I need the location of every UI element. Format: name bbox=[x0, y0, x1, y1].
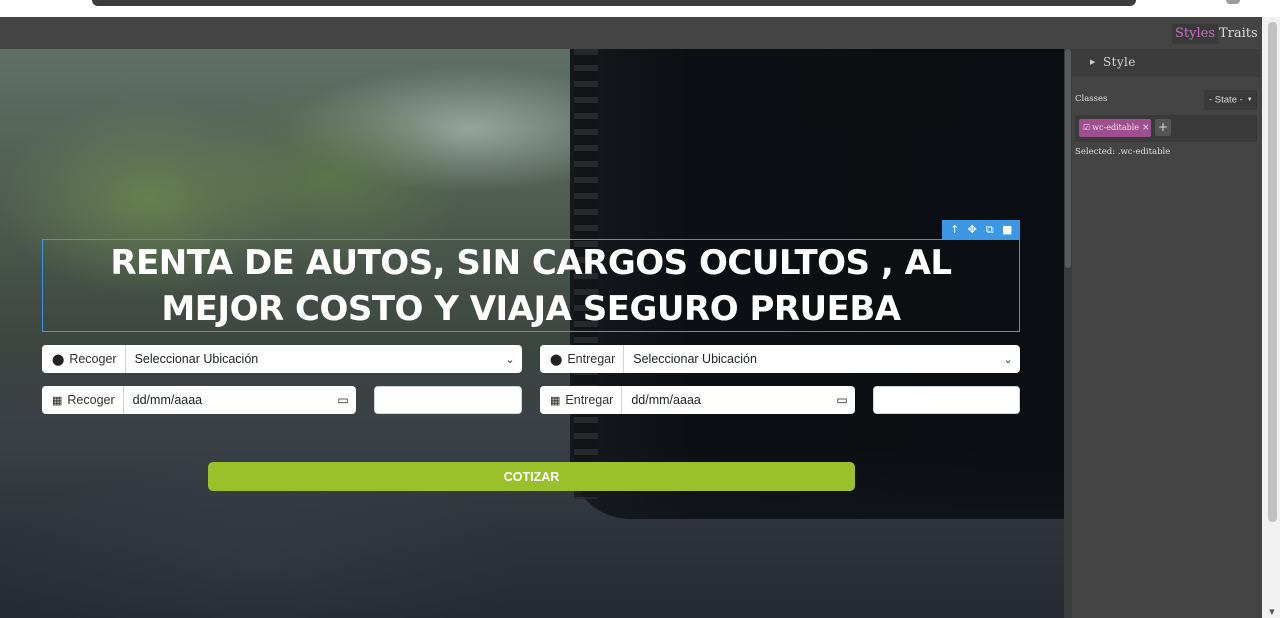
state-select[interactable]: - State - ▼ bbox=[1204, 90, 1257, 110]
style-sector-header[interactable] bbox=[1072, 49, 1260, 77]
canvas-scrollbar-thumb[interactable] bbox=[1065, 49, 1071, 268]
quote-button[interactable]: COTIZAR bbox=[208, 462, 855, 491]
class-tag-remove[interactable]: × bbox=[1142, 123, 1150, 133]
delete-icon[interactable]: ■ bbox=[999, 220, 1015, 239]
browser-address-bar bbox=[92, 0, 1136, 6]
selected-label: Selected: bbox=[1075, 147, 1116, 157]
selected-heading-frame[interactable]: RENTA DE AUTOS, SIN CARGOS OCULTOS , AL … bbox=[42, 239, 1020, 332]
scroll-down-arrow-icon[interactable]: ▼ bbox=[1266, 608, 1278, 616]
dropoff-date-input[interactable]: ▦ Entregar dd/mm/aaaa ▭ bbox=[540, 386, 855, 414]
dropoff-location-select[interactable]: ⬤ Entregar Seleccionar Ubicación ⌄ bbox=[540, 345, 1020, 373]
map-marker-icon: ⬤ bbox=[550, 353, 563, 366]
tab-traits[interactable]: Traits bbox=[1216, 24, 1261, 44]
dropoff-location-prefix: ⬤ Entregar bbox=[540, 345, 625, 373]
pickup-location-label: Recoger bbox=[69, 352, 117, 366]
chevron-down-icon: ⌄ bbox=[505, 353, 515, 366]
state-select-value: - State - bbox=[1209, 94, 1243, 106]
component-toolbar: ↑ ✥ ⧉ ■ bbox=[942, 220, 1020, 239]
calendar-picker-icon[interactable]: ▭ bbox=[829, 393, 855, 407]
class-tag[interactable]: ☑ wc-editable × bbox=[1079, 119, 1151, 137]
style-sector-title[interactable]: Style bbox=[1103, 55, 1136, 69]
pickup-location-select[interactable]: ⬤ Recoger Seleccionar Ubicación ⌄ bbox=[42, 345, 522, 373]
selected-value: .wc-editable bbox=[1117, 147, 1171, 157]
classes-label: Classes bbox=[1075, 94, 1108, 104]
pickup-location-prefix: ⬤ Recoger bbox=[42, 345, 126, 373]
hero-title[interactable]: RENTA DE AUTOS, SIN CARGOS OCULTOS , AL … bbox=[91, 240, 971, 332]
dropoff-date-label: Entregar bbox=[565, 393, 614, 407]
arrow-up-icon[interactable]: ↑ bbox=[947, 220, 963, 239]
calendar-icon: ▦ bbox=[550, 394, 561, 407]
window-scrollbar-thumb[interactable] bbox=[1268, 22, 1277, 522]
dropoff-date-placeholder: dd/mm/aaaa bbox=[631, 393, 701, 407]
dropoff-location-value: Seleccionar Ubicación bbox=[633, 352, 757, 366]
editor-toolbar bbox=[0, 17, 1262, 49]
dropoff-date-prefix: ▦ Entregar bbox=[540, 386, 623, 414]
caret-down-icon: ▼ bbox=[1246, 97, 1253, 103]
clone-icon[interactable]: ⧉ bbox=[982, 220, 998, 239]
chevron-down-icon: ⌄ bbox=[1003, 353, 1013, 366]
pickup-time-input[interactable] bbox=[374, 386, 522, 414]
pickup-location-value: Seleccionar Ubicación bbox=[134, 352, 259, 366]
dropoff-location-label: Entregar bbox=[567, 352, 616, 366]
pickup-date-input[interactable]: ▦ Recoger dd/mm/aaaa ▭ bbox=[42, 386, 356, 414]
pickup-date-label: Recoger bbox=[67, 393, 115, 407]
class-tag-name: wc-editable bbox=[1092, 123, 1140, 132]
caret-right-icon[interactable]: ▶ bbox=[1090, 56, 1095, 68]
move-icon[interactable]: ✥ bbox=[964, 220, 980, 239]
checkbox-icon[interactable]: ☑ bbox=[1083, 123, 1090, 132]
calendar-picker-icon[interactable]: ▭ bbox=[330, 393, 356, 407]
browser-corner-control bbox=[1226, 0, 1240, 4]
editor-canvas[interactable]: ↑ ✥ ⧉ ■ RENTA DE AUTOS, SIN CARGOS OCULT… bbox=[0, 49, 1064, 618]
map-marker-icon: ⬤ bbox=[52, 353, 65, 366]
add-class-button[interactable]: + bbox=[1155, 119, 1171, 136]
calendar-icon: ▦ bbox=[52, 394, 63, 407]
pickup-date-placeholder: dd/mm/aaaa bbox=[132, 393, 203, 407]
dropoff-time-input[interactable] bbox=[873, 386, 1020, 414]
pickup-date-prefix: ▦ Recoger bbox=[42, 386, 124, 414]
tab-styles[interactable]: Styles bbox=[1172, 24, 1218, 44]
selected-line: Selected: .wc-editable bbox=[1075, 147, 1170, 157]
